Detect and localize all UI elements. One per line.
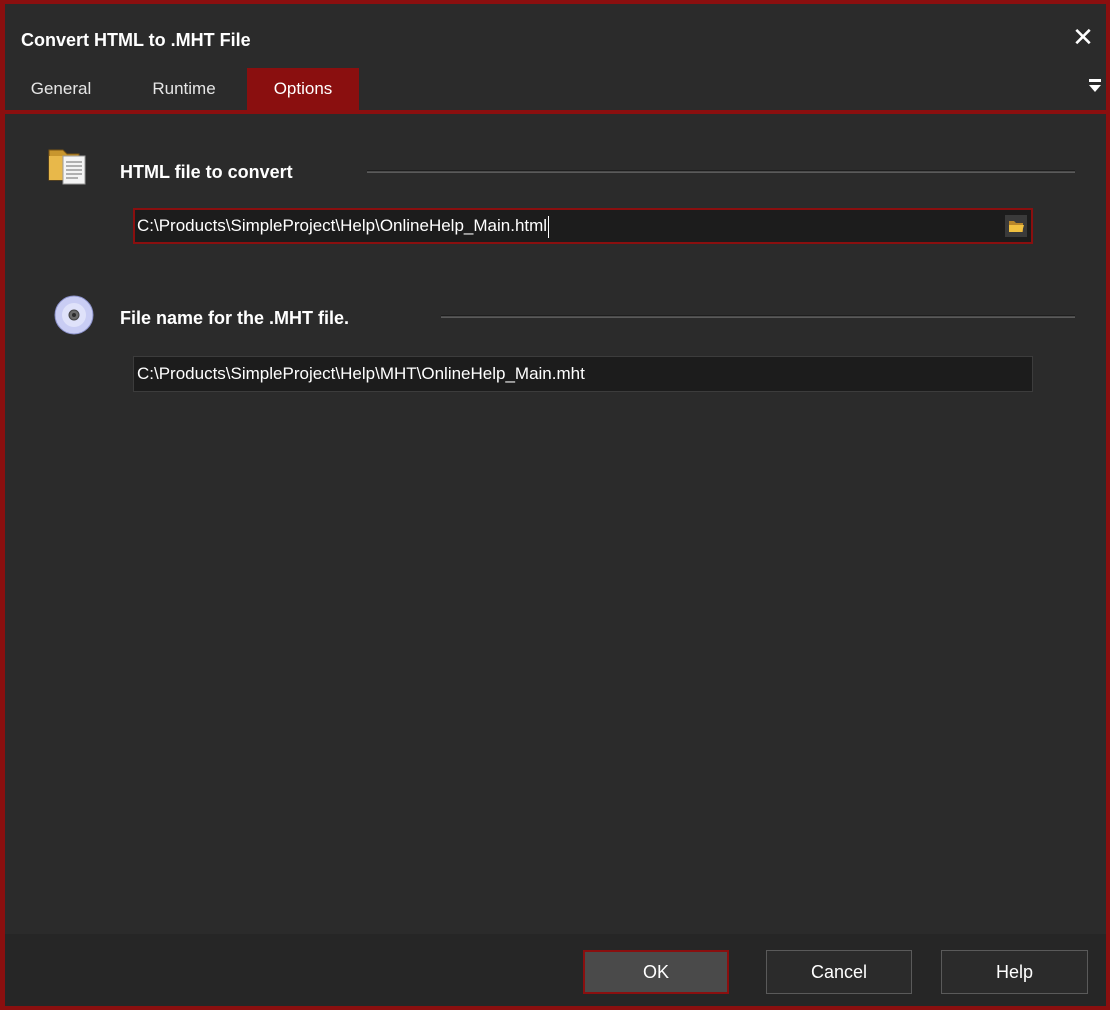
close-icon: ✕ [1072,22,1094,52]
mht-file-label: File name for the .MHT file. [120,308,350,328]
documents-icon [45,144,89,188]
text-caret [548,215,550,238]
title-bar[interactable]: Convert HTML to .MHT File ✕ [5,4,1106,68]
tab-general[interactable]: General [5,68,117,110]
folder-icon [1005,215,1027,237]
tab-strip: General Runtime Options [5,68,1106,114]
cancel-button[interactable]: Cancel [766,950,912,994]
disc-icon [51,292,99,340]
dialog-title: Convert HTML to .MHT File [21,30,251,50]
mht-file-value: C:\Products\SimpleProject\Help\MHT\Onlin… [137,364,585,383]
section-divider [367,170,1075,173]
tab-options[interactable]: Options [247,68,359,110]
tab-runtime[interactable]: Runtime [131,68,237,110]
dialog-window: Convert HTML to .MHT File ✕ General Runt… [0,0,1110,1010]
html-file-label: HTML file to convert [120,162,293,182]
browse-button[interactable] [1005,215,1027,237]
close-button[interactable]: ✕ [1068,22,1098,52]
section-divider [441,315,1075,318]
tab-menu-button[interactable] [1088,78,1102,100]
html-file-input[interactable]: C:\Products\SimpleProject\Help\OnlineHel… [133,208,1033,244]
help-button[interactable]: Help [941,950,1088,994]
button-bar: OK Cancel Help [5,934,1106,1006]
html-file-value: C:\Products\SimpleProject\Help\OnlineHel… [137,216,548,235]
mht-file-input[interactable]: C:\Products\SimpleProject\Help\MHT\Onlin… [133,356,1033,392]
ok-button[interactable]: OK [583,950,729,994]
